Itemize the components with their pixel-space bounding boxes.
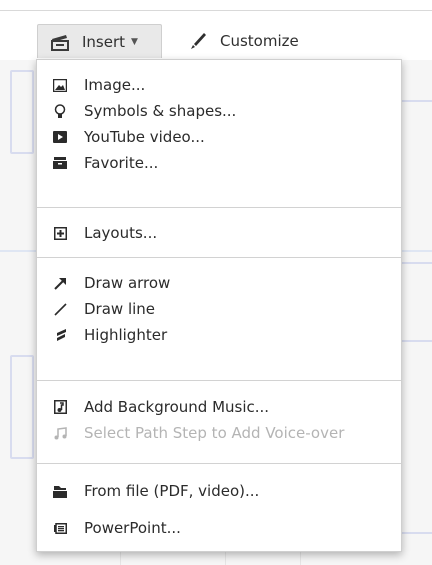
folder-icon xyxy=(52,483,68,499)
menu-item-label: Image... xyxy=(84,76,146,94)
image-icon xyxy=(52,77,68,93)
menu-item-layouts[interactable]: Layouts... xyxy=(37,220,401,246)
menu-item-add-background-music[interactable]: Add Background Music... xyxy=(37,394,401,420)
menu-item-label: YouTube video... xyxy=(84,128,205,146)
brush-icon xyxy=(188,32,208,50)
highlighter-icon xyxy=(52,327,68,343)
plus-box-icon xyxy=(52,225,68,241)
menu-separator xyxy=(37,207,401,208)
menu-item-symbols-shapes[interactable]: Symbols & shapes... xyxy=(37,98,401,124)
menu-item-label: Draw line xyxy=(84,300,156,318)
music-file-icon xyxy=(52,399,68,415)
menu-item-label: Select Path Step to Add Voice-over xyxy=(84,424,345,442)
menu-item-favorite[interactable]: Favorite... xyxy=(37,150,401,176)
insert-dropdown-menu: Image... Symbols & shapes... YouTube vid… xyxy=(36,59,402,552)
customize-button-label: Customize xyxy=(220,32,299,50)
customize-button[interactable]: Customize xyxy=(188,24,299,58)
chevron-down-icon: ▼ xyxy=(131,36,138,47)
menu-item-label: Favorite... xyxy=(84,154,159,172)
powerpoint-icon xyxy=(52,520,68,536)
music-note-icon xyxy=(52,425,68,441)
insert-button[interactable]: Insert ▼ xyxy=(37,24,162,58)
favorite-box-icon xyxy=(52,155,68,171)
arrow-icon xyxy=(52,275,68,291)
menu-item-image[interactable]: Image... xyxy=(37,72,401,98)
menu-item-label: Layouts... xyxy=(84,224,158,242)
menu-item-highlighter[interactable]: Highlighter xyxy=(37,322,401,348)
menu-item-from-file[interactable]: From file (PDF, video)... xyxy=(37,478,401,504)
play-icon xyxy=(52,129,68,145)
canvas-frame xyxy=(10,70,34,154)
menu-separator xyxy=(37,257,401,258)
insert-button-label: Insert xyxy=(82,32,126,51)
menu-item-label: Symbols & shapes... xyxy=(84,102,237,120)
menu-item-label: PowerPoint... xyxy=(84,519,181,537)
menu-item-label: Add Background Music... xyxy=(84,398,270,416)
menu-item-label: Highlighter xyxy=(84,326,168,344)
insert-box-icon xyxy=(50,33,70,51)
lightbulb-icon xyxy=(52,103,68,119)
canvas-frame xyxy=(10,355,34,459)
menu-separator xyxy=(37,463,401,464)
menu-item-youtube-video[interactable]: YouTube video... xyxy=(37,124,401,150)
menu-item-powerpoint[interactable]: PowerPoint... xyxy=(37,515,401,541)
menu-item-label: From file (PDF, video)... xyxy=(84,482,260,500)
menu-item-draw-arrow[interactable]: Draw arrow xyxy=(37,270,401,296)
toolbar: Insert ▼ Customize xyxy=(0,11,432,59)
line-icon xyxy=(52,301,68,317)
menu-item-add-voice-over: Select Path Step to Add Voice-over xyxy=(37,420,401,446)
menu-item-label: Draw arrow xyxy=(84,274,171,292)
menu-separator xyxy=(37,380,401,381)
menu-item-draw-line[interactable]: Draw line xyxy=(37,296,401,322)
